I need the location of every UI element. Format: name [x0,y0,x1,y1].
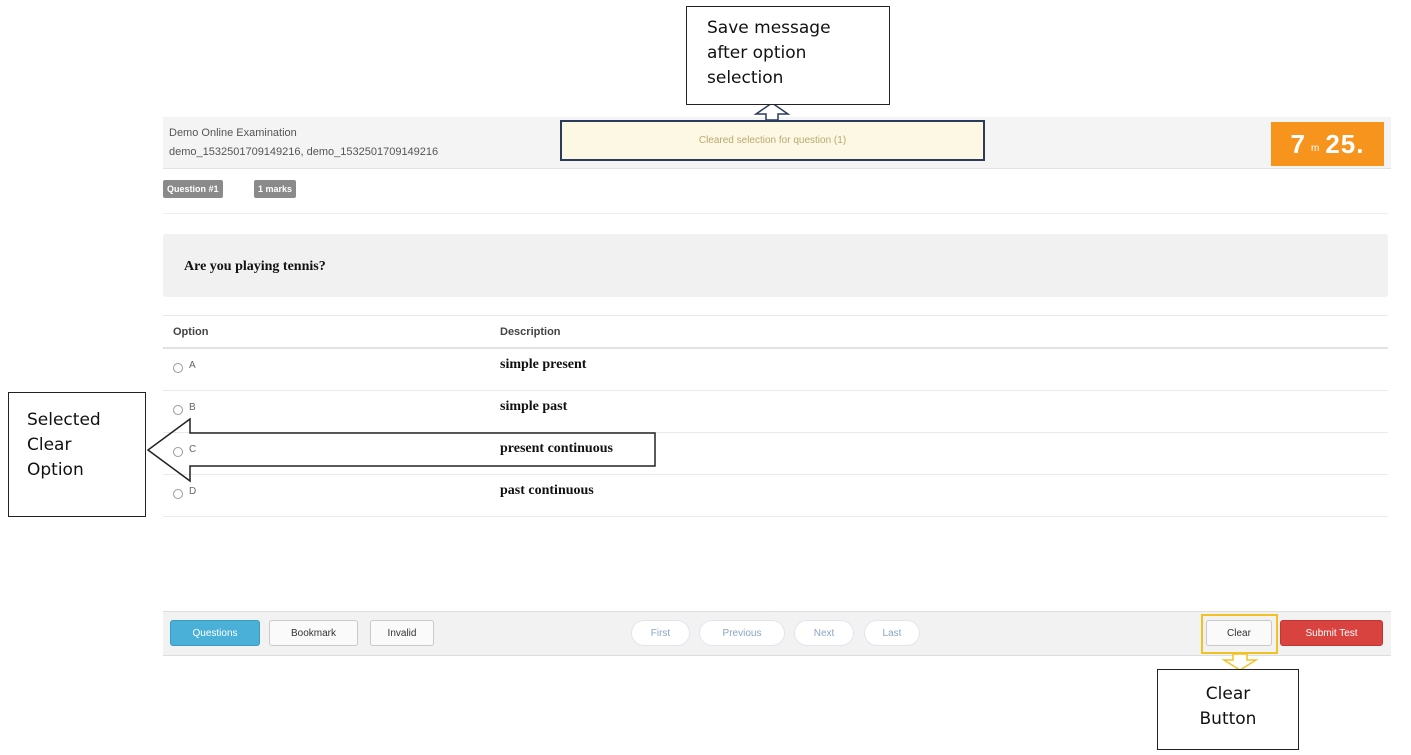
option-letter: C [189,444,197,455]
previous-button[interactable]: Previous [699,620,785,646]
selected-clear-callout: Selected Clear Option [8,392,146,517]
last-button[interactable]: Last [864,620,920,646]
invalid-button[interactable]: Invalid [370,620,434,646]
submit-test-button[interactable]: Submit Test [1280,620,1383,646]
table-header: Option Description [163,315,1388,349]
timer-minutes: 7 [1290,128,1306,159]
timer-separator: m [1310,142,1321,154]
question-number-badge: Question #1 [163,180,223,198]
countdown-timer: 7 m 25. [1271,122,1384,166]
clear-button-highlight [1201,614,1278,654]
radio-option-d[interactable] [173,489,183,499]
option-letter: B [189,402,196,413]
option-row-c[interactable]: C present continuous [163,433,1388,475]
marks-badge: 1 marks [254,180,297,198]
clear-button-callout: Clear Button [1157,669,1299,750]
exam-header: Demo Online Examination demo_15325017091… [163,117,1391,169]
callout-line: after option [707,43,807,63]
option-description: past continuous [500,483,594,498]
option-description: simple past [500,399,568,414]
first-button[interactable]: First [631,620,690,646]
option-letter: D [189,486,197,497]
save-message-callout: Save message after option selection [686,6,890,105]
question-panel: Are you playing tennis? [163,234,1388,297]
callout-line: Clear [1205,684,1251,704]
option-row-a[interactable]: A simple present [163,349,1388,391]
column-header-description: Description [500,326,561,338]
questions-button[interactable]: Questions [170,620,260,646]
timer-seconds: 25. [1325,128,1365,159]
callout-line: selection [707,68,784,88]
question-text: Are you playing tennis? [184,259,326,274]
option-description: simple present [500,357,587,372]
column-header-option: Option [173,326,209,338]
options-table: Option Description A simple present B si… [163,315,1388,517]
option-description: present continuous [500,441,613,456]
next-button[interactable]: Next [794,620,854,646]
option-row-d[interactable]: D past continuous [163,475,1388,517]
exam-ids: demo_1532501709149216, demo_153250170914… [169,146,439,158]
bookmark-button[interactable]: Bookmark [269,620,358,646]
radio-option-b[interactable] [173,405,183,415]
callout-line: Option [27,460,84,480]
option-letter: A [189,360,196,371]
callout-line: Button [1199,709,1257,729]
down-arrow-icon [1221,653,1259,671]
radio-option-c[interactable] [173,447,183,457]
save-status-message: Cleared selection for question (1) [560,120,985,161]
callout-line: Selected [27,410,101,430]
divider [163,213,1388,214]
exam-name: Demo Online Examination [169,127,297,139]
callout-line: Clear [27,435,72,455]
radio-option-a[interactable] [173,363,183,373]
callout-line: Save message [707,18,831,38]
option-row-b[interactable]: B simple past [163,391,1388,433]
